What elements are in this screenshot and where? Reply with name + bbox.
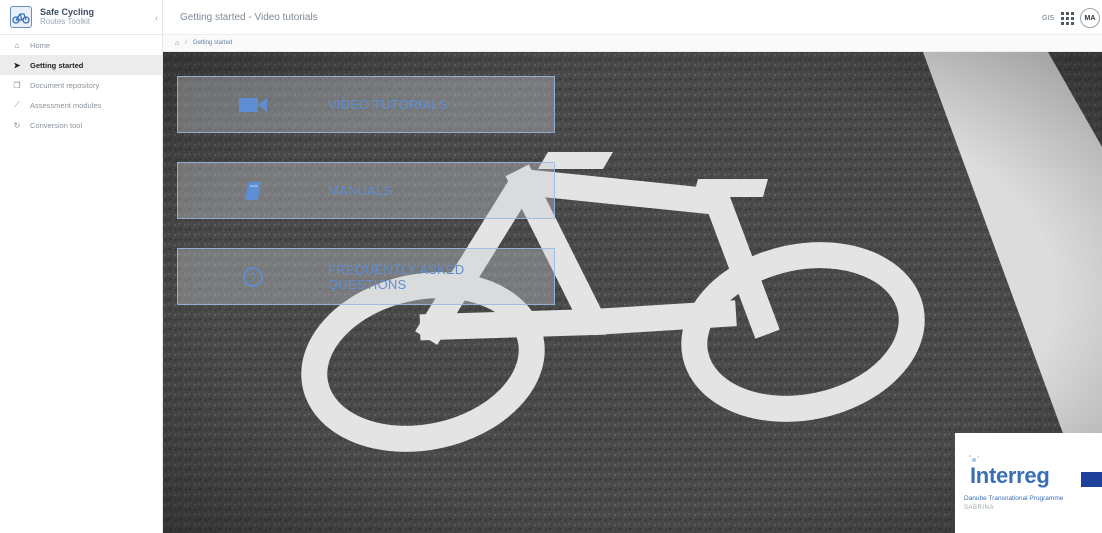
brand-title: Safe Cycling: [40, 7, 95, 17]
sidebar-item-label: Document repository: [30, 80, 100, 90]
home-icon: ⌂: [14, 40, 20, 50]
breadcrumb-separator: /: [185, 40, 187, 46]
sidebar-item-label: Home: [30, 40, 51, 50]
sidebar-item-assessment-modules[interactable]: ⟋ Assessment modules: [0, 95, 162, 115]
avatar[interactable]: MA: [1080, 8, 1100, 28]
sidebar-item-getting-started[interactable]: ➤ Getting started: [0, 55, 162, 75]
question-circle-icon: ?: [243, 266, 263, 287]
video-camera-icon: [239, 97, 267, 112]
interreg-title: Interreg: [970, 463, 1050, 488]
documents-icon: ❐: [13, 80, 21, 90]
sidebar-item-label: Assessment modules: [30, 100, 102, 110]
breadcrumb: ⌂ / Getting started: [163, 35, 1102, 52]
breadcrumb-current[interactable]: Getting started: [193, 40, 232, 46]
refresh-icon: ↻: [13, 120, 21, 130]
brand[interactable]: Safe Cycling Routes Toolkit ‹: [0, 0, 162, 35]
book-icon: [245, 181, 261, 200]
gis-button[interactable]: GIS: [1042, 15, 1054, 22]
brand-subtitle: Routes Toolkit: [40, 17, 91, 26]
card-label: FREQUENTLY ASKED QUESTIONS: [328, 261, 465, 292]
eu-flag-icon: [1081, 472, 1102, 487]
card-label: VIDEO TUTORIALS: [328, 97, 448, 112]
svg-text:?: ?: [250, 270, 257, 284]
sidebar-item-document-repository[interactable]: ❐ Document repository: [0, 75, 162, 95]
home-icon[interactable]: ⌂: [175, 40, 179, 47]
sidebar-item-label: Conversion tool: [30, 120, 83, 130]
video-tutorials-card[interactable]: VIDEO TUTORIALS: [177, 76, 555, 133]
sidebar-item-label: Getting started: [30, 60, 84, 70]
chevron-left-icon[interactable]: ‹: [155, 13, 158, 23]
topbar: Getting started - Video tutorials GIS MA: [163, 0, 1102, 35]
app-window: Safe Cycling Routes Toolkit ‹ ⌂ Home ➤ G…: [0, 0, 1102, 533]
interreg-subtitle: Danube Transnational Programme: [964, 495, 1064, 502]
page-title: Getting started - Video tutorials: [180, 11, 318, 23]
sidebar: Safe Cycling Routes Toolkit ‹ ⌂ Home ➤ G…: [0, 0, 163, 533]
sidebar-item-conversion-tool[interactable]: ↻ Conversion tool: [0, 115, 162, 135]
pointer-icon: ➤: [13, 60, 21, 70]
interreg-logo: Interreg Danube Transnational Programme …: [955, 433, 1102, 533]
chart-line-icon: ⟋: [14, 100, 20, 109]
card-label: MANUALS: [328, 183, 393, 198]
apps-grid-icon[interactable]: [1061, 11, 1074, 25]
sidebar-item-home[interactable]: ⌂ Home: [0, 35, 162, 55]
faq-card[interactable]: ? FREQUENTLY ASKED QUESTIONS: [177, 248, 555, 305]
hero-area: VIDEO TUTORIALS MANUALS ? FREQUENTLY ASK…: [163, 52, 1102, 533]
manuals-card[interactable]: MANUALS: [177, 162, 555, 219]
bicycle-logo-icon: [10, 6, 32, 28]
project-name: SABRINA: [964, 505, 994, 511]
